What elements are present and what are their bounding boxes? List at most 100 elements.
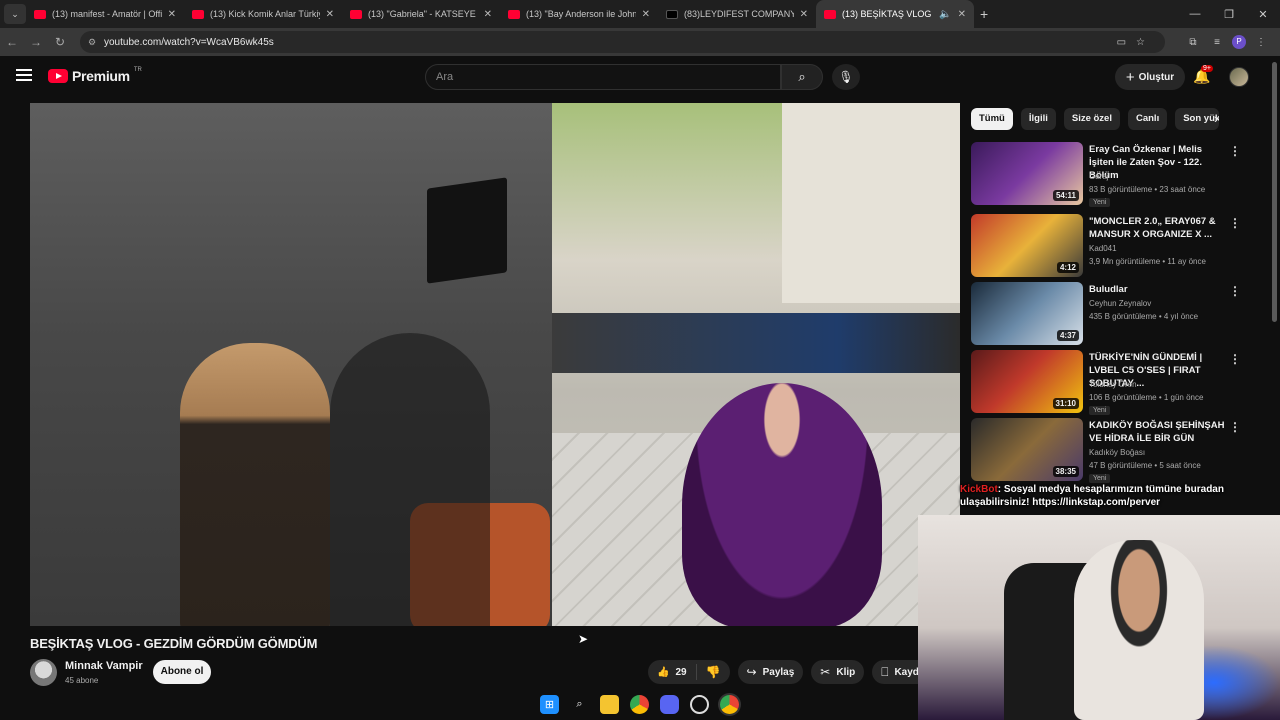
tab-5[interactable]: (83)LEYDIFEST COMPANY (@le ✕	[658, 0, 816, 28]
video-thumbnail[interactable]: 38:35	[971, 418, 1083, 481]
chrome-active-icon[interactable]	[720, 694, 739, 714]
discord-icon[interactable]	[660, 694, 679, 714]
chip-for-you[interactable]: Size özel	[1063, 108, 1120, 130]
list-item[interactable]: 38:35 KADIKÖY BOĞASI ŞEHİNŞAH VE HİDRA İ…	[971, 418, 1261, 486]
tab-6-active[interactable]: (13) BEŞİKTAŞ VLOG - GEZD 🔈 ✕	[816, 0, 974, 28]
minimize-icon[interactable]: —	[1178, 8, 1212, 20]
site-info-icon[interactable]: ⚙	[88, 37, 96, 48]
clip-button[interactable]: ✂ Klip	[811, 660, 865, 684]
close-icon[interactable]: ✕	[168, 9, 176, 20]
recommendations-list: 54:11 Eray Can Özkenar | Melis İşiten il…	[971, 142, 1261, 486]
youtube-logo[interactable]: Premium TR	[48, 67, 142, 84]
new-badge: Yeni	[1089, 406, 1111, 415]
chip-live[interactable]: Canlı	[1127, 108, 1168, 130]
browser-tab-strip: ⌄ (13) manifest - Amatör | Official ✕ (13…	[0, 0, 1280, 28]
close-icon[interactable]: ✕	[800, 9, 808, 20]
wall-shadow	[330, 333, 490, 626]
youtube-icon	[350, 9, 362, 19]
windows-start-icon[interactable]: ⊞	[540, 694, 559, 714]
list-item[interactable]: 4:37 Buludlar Ceyhun Zeynalov 435 B görü…	[971, 282, 1261, 350]
video-thumbnail[interactable]: 54:11	[971, 142, 1083, 205]
channel-name: Tolunay Ören	[1089, 380, 1137, 389]
file-explorer-icon[interactable]	[600, 694, 619, 714]
bookmark-icon: ⎕	[881, 664, 889, 679]
dancing-man-figure	[682, 383, 882, 626]
like-button[interactable]: 👍 29	[648, 664, 697, 680]
more-options-icon[interactable]: ⋮	[1229, 420, 1241, 434]
chevron-right-icon[interactable]: ›	[1214, 111, 1218, 126]
new-badge: Yeni	[1089, 198, 1111, 207]
extensions-area: ⧉ ≡ P ⋮	[1184, 28, 1280, 56]
tab-title: (13) manifest - Amatör | Official	[52, 9, 162, 19]
cast-icon[interactable]: ▭	[1117, 37, 1126, 48]
list-item[interactable]: 4:12 "MONCLER 2.0„ ERAY067 & MANSUR X OR…	[971, 214, 1261, 282]
window-controls: — ❐ ✕	[1178, 0, 1280, 28]
video-frame-left	[30, 103, 552, 626]
notification-badge: 9+	[1201, 65, 1213, 72]
search-icon[interactable]: ⌕	[781, 64, 823, 90]
close-icon[interactable]: ✕	[326, 9, 334, 20]
youtube-icon	[34, 9, 46, 19]
close-icon[interactable]: ✕	[484, 9, 492, 20]
channel-avatar[interactable]	[30, 659, 57, 686]
list-item[interactable]: 31:10 TÜRKİYE'NİN GÜNDEMİ | LVBEL C5 O'S…	[971, 350, 1261, 418]
forward-icon[interactable]: →	[24, 35, 48, 49]
share-button[interactable]: ↪ Paylaş	[737, 660, 804, 684]
tab-2[interactable]: (13) Kick Komik Anlar Türkiye R ✕	[184, 0, 342, 28]
video-player[interactable]	[30, 103, 960, 626]
webcam-overlay	[918, 515, 1280, 720]
chrome-icon[interactable]	[630, 694, 649, 714]
profile-avatar[interactable]: P	[1232, 35, 1246, 49]
channel-name[interactable]: Minnak Vampir	[65, 660, 143, 672]
more-options-icon[interactable]: ⋮	[1229, 284, 1241, 298]
list-item[interactable]: 54:11 Eray Can Özkenar | Melis İşiten il…	[971, 142, 1261, 210]
extensions-icon[interactable]: ⧉	[1184, 37, 1202, 48]
dislike-button[interactable]: 👎	[697, 665, 730, 679]
microphone-icon[interactable]: 🎙	[832, 64, 860, 90]
bookmark-star-icon[interactable]: ☆	[1136, 37, 1145, 48]
video-thumbnail[interactable]: 4:12	[971, 214, 1083, 277]
more-options-icon[interactable]: ⋮	[1229, 352, 1241, 366]
duration-badge: 38:35	[1052, 466, 1079, 477]
parked-cars	[552, 313, 960, 373]
tab-4[interactable]: (13) "Bay Anderson ile John Wi ✕	[500, 0, 658, 28]
close-icon[interactable]: ✕	[958, 9, 966, 20]
chip-related[interactable]: İlgili	[1020, 108, 1056, 130]
back-icon[interactable]: ←	[0, 35, 24, 49]
create-button[interactable]: + Oluştur	[1115, 64, 1185, 90]
tab-1[interactable]: (13) manifest - Amatör | Official ✕	[26, 0, 184, 28]
video-thumbnail[interactable]: 4:37	[971, 282, 1083, 345]
chip-recent[interactable]: Son yükle	[1175, 108, 1220, 130]
restore-icon[interactable]: ❐	[1212, 8, 1246, 21]
url-field[interactable]: ⚙ youtube.com/watch?v=WcaVB6wk45s ▭ ☆	[80, 31, 1165, 53]
channel-name: Garaj	[1089, 172, 1109, 181]
video-thumbnail[interactable]: 31:10	[971, 350, 1083, 413]
logo-text: Premium	[72, 68, 130, 84]
wall-speaker	[427, 177, 507, 284]
channel-name: Kad041	[1089, 244, 1117, 253]
video-meta: 435 B görüntüleme • 4 yıl önce	[1089, 312, 1199, 321]
close-icon[interactable]: ✕	[642, 9, 650, 20]
close-window-icon[interactable]: ✕	[1246, 8, 1280, 21]
stream-chat-overlay: KickBot: Sosyal medya hesaplarımızın tüm…	[960, 483, 1260, 509]
hamburger-menu-icon[interactable]	[16, 69, 32, 81]
more-options-icon[interactable]: ⋮	[1229, 216, 1241, 230]
more-options-icon[interactable]: ⋮	[1229, 144, 1241, 158]
subscribe-button[interactable]: Abone ol	[153, 660, 211, 684]
youtube-header: Premium TR Ara ⌕ 🎙 + Oluştur 🔔 9+	[0, 56, 1270, 98]
mute-icon[interactable]: 🔈	[939, 9, 951, 20]
search-input[interactable]: Ara	[425, 64, 781, 90]
duration-badge: 54:11	[1052, 190, 1079, 201]
chip-all[interactable]: Tümü	[971, 108, 1013, 130]
reload-icon[interactable]: ↻	[48, 35, 72, 49]
account-avatar[interactable]	[1229, 67, 1249, 87]
notifications-bell-icon[interactable]: 🔔 9+	[1193, 65, 1213, 85]
tab-search-icon[interactable]: ⌄	[4, 4, 26, 24]
tab-3[interactable]: (13) "Gabriela" - KATSEYE - You ✕	[342, 0, 500, 28]
app-icon[interactable]	[690, 694, 709, 714]
new-tab-button[interactable]: +	[980, 6, 988, 22]
search-icon[interactable]: ⌕	[570, 695, 589, 714]
media-icon[interactable]: ≡	[1208, 37, 1226, 48]
menu-dots-icon[interactable]: ⋮	[1252, 37, 1270, 48]
page-scrollbar[interactable]	[1272, 62, 1277, 322]
